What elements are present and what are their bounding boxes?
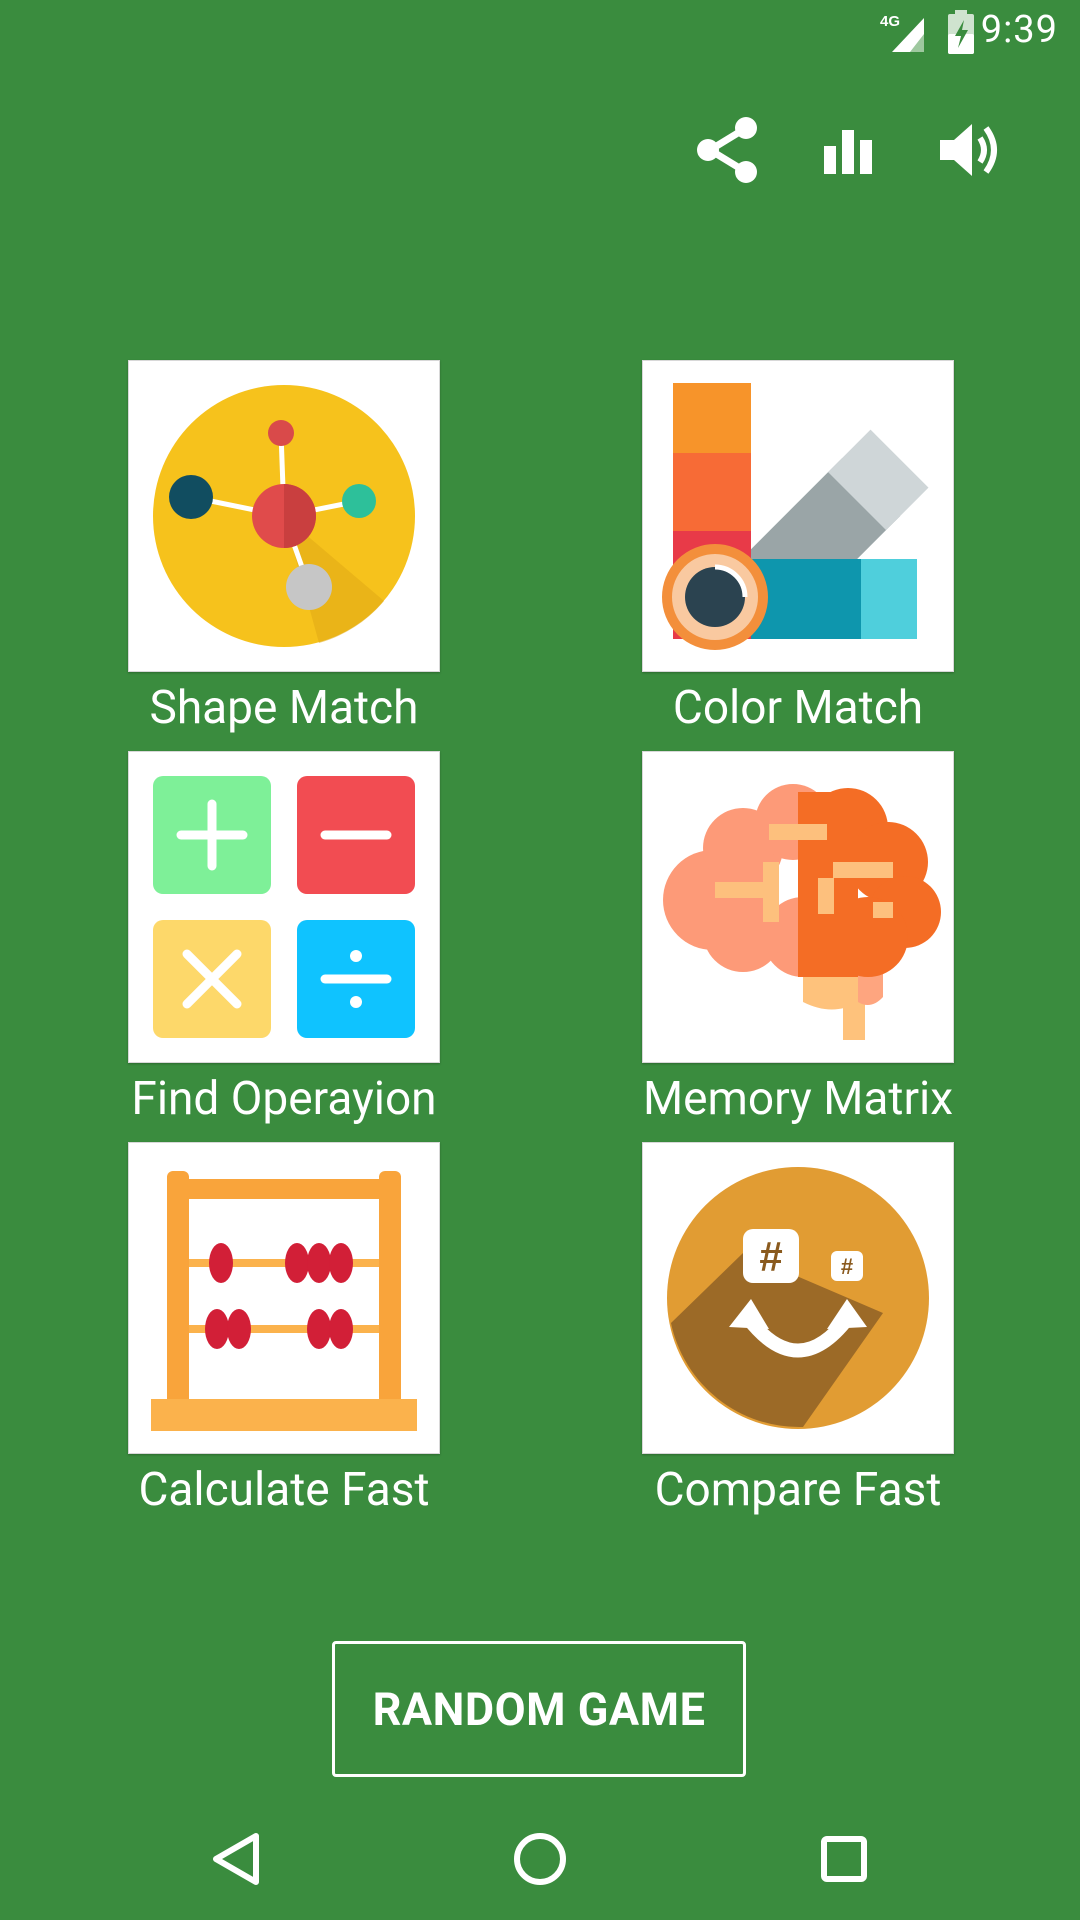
random-game-button[interactable]: RANDOM GAME xyxy=(332,1641,746,1777)
leaderboard-button[interactable] xyxy=(806,108,890,192)
game-label: Calculate Fast xyxy=(138,1463,430,1517)
nav-recents-button[interactable] xyxy=(794,1808,894,1908)
color-palette-icon xyxy=(662,383,929,650)
nav-back-button[interactable] xyxy=(186,1808,286,1908)
back-icon xyxy=(213,1833,259,1885)
svg-text:#: # xyxy=(841,1254,853,1279)
abacus-icon xyxy=(151,1171,417,1431)
volume-button[interactable] xyxy=(926,108,1010,192)
home-icon xyxy=(514,1833,566,1885)
game-tile xyxy=(642,751,954,1063)
compare-hash-icon: # # xyxy=(667,1167,929,1429)
brain-icon xyxy=(663,784,941,1040)
molecule-icon xyxy=(153,385,415,647)
battery-icon xyxy=(948,10,974,54)
recents-icon xyxy=(821,1836,867,1882)
share-icon xyxy=(697,117,757,183)
svg-text:#: # xyxy=(759,1233,782,1280)
navigation-bar xyxy=(0,1794,1080,1920)
game-tile xyxy=(642,360,954,672)
nav-home-button[interactable] xyxy=(490,1808,590,1908)
leaderboard-icon xyxy=(824,130,872,174)
volume-icon xyxy=(940,124,997,176)
math-operators-icon xyxy=(153,776,415,1038)
game-compare-fast[interactable]: # # Compare Fast xyxy=(642,1142,954,1517)
game-calculate-fast[interactable]: Calculate Fast xyxy=(128,1142,440,1517)
game-label: Color Match xyxy=(672,681,924,735)
game-find-operation[interactable]: Find Operayion xyxy=(128,751,440,1126)
game-label: Shape Match xyxy=(149,681,419,735)
game-color-match[interactable]: Color Match xyxy=(642,360,954,735)
game-label: Find Operayion xyxy=(131,1072,437,1126)
game-tile xyxy=(128,751,440,1063)
network-type-label: 4G xyxy=(880,13,900,30)
game-shape-match[interactable]: Shape Match xyxy=(128,360,440,735)
clock: 9:39 xyxy=(980,8,1058,52)
game-tile: # # xyxy=(642,1142,954,1454)
status-bar: 4G 9:39 xyxy=(0,0,1080,64)
game-memory-matrix[interactable]: Memory Matrix xyxy=(642,751,954,1126)
game-label: Compare Fast xyxy=(654,1463,942,1517)
game-label: Memory Matrix xyxy=(642,1072,954,1126)
game-tile xyxy=(128,360,440,672)
game-tile xyxy=(128,1142,440,1454)
share-button[interactable] xyxy=(686,108,770,192)
signal-4g-icon: 4G xyxy=(880,13,924,52)
